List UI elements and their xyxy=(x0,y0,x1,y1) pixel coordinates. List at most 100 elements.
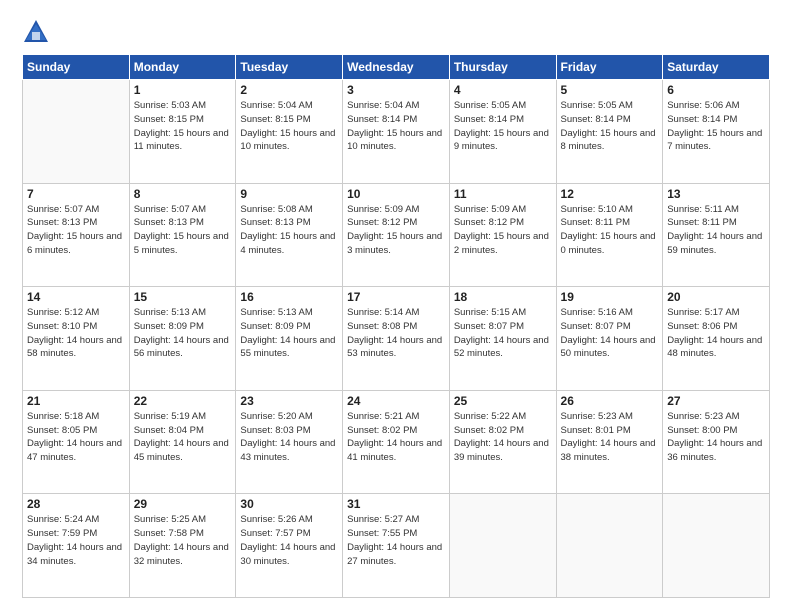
calendar-cell: 23 Sunrise: 5:20 AM Sunset: 8:03 PM Dayli… xyxy=(236,390,343,494)
day-info: Sunrise: 5:18 AM Sunset: 8:05 PM Dayligh… xyxy=(27,410,125,465)
calendar-cell: 20 Sunrise: 5:17 AM Sunset: 8:06 PM Dayli… xyxy=(663,287,770,391)
calendar-table: SundayMondayTuesdayWednesdayThursdayFrid… xyxy=(22,54,770,598)
day-number: 6 xyxy=(667,83,765,97)
day-number: 16 xyxy=(240,290,338,304)
day-info: Sunrise: 5:03 AM Sunset: 8:15 PM Dayligh… xyxy=(134,99,232,154)
calendar-cell xyxy=(449,494,556,598)
day-info: Sunrise: 5:09 AM Sunset: 8:12 PM Dayligh… xyxy=(347,203,445,258)
calendar-cell: 17 Sunrise: 5:14 AM Sunset: 8:08 PM Dayli… xyxy=(343,287,450,391)
calendar-week-3: 14 Sunrise: 5:12 AM Sunset: 8:10 PM Dayli… xyxy=(23,287,770,391)
calendar-cell: 12Sunrise: 5:10 AM Sunset: 8:11 PM Dayli… xyxy=(556,183,663,287)
day-info: Sunrise: 5:08 AM Sunset: 8:13 PM Dayligh… xyxy=(240,203,338,258)
day-info: Sunrise: 5:27 AM Sunset: 7:55 PM Dayligh… xyxy=(347,513,445,568)
day-number: 8 xyxy=(134,187,232,201)
calendar-cell: 26 Sunrise: 5:23 AM Sunset: 8:01 PM Dayli… xyxy=(556,390,663,494)
day-number: 3 xyxy=(347,83,445,97)
day-info: Sunrise: 5:19 AM Sunset: 8:04 PM Dayligh… xyxy=(134,410,232,465)
calendar-cell: 7 Sunrise: 5:07 AM Sunset: 8:13 PM Daylig… xyxy=(23,183,130,287)
calendar-col-tuesday: Tuesday xyxy=(236,55,343,80)
calendar-cell: 30 Sunrise: 5:26 AM Sunset: 7:57 PM Dayli… xyxy=(236,494,343,598)
day-info: Sunrise: 5:07 AM Sunset: 8:13 PM Dayligh… xyxy=(27,203,125,258)
calendar-cell xyxy=(23,80,130,184)
day-number: 12 xyxy=(561,187,659,201)
calendar-cell: 15 Sunrise: 5:13 AM Sunset: 8:09 PM Dayli… xyxy=(129,287,236,391)
day-info: Sunrise: 5:13 AM Sunset: 8:09 PM Dayligh… xyxy=(240,306,338,361)
calendar-cell: 4 Sunrise: 5:05 AM Sunset: 8:14 PM Daylig… xyxy=(449,80,556,184)
calendar-cell: 25Sunrise: 5:22 AM Sunset: 8:02 PM Dayli… xyxy=(449,390,556,494)
day-number: 30 xyxy=(240,497,338,511)
day-number: 29 xyxy=(134,497,232,511)
day-number: 7 xyxy=(27,187,125,201)
calendar-cell: 28 Sunrise: 5:24 AM Sunset: 7:59 PM Dayli… xyxy=(23,494,130,598)
day-info: Sunrise: 5:06 AM Sunset: 8:14 PM Dayligh… xyxy=(667,99,765,154)
calendar-cell: 1Sunrise: 5:03 AM Sunset: 8:15 PM Daylig… xyxy=(129,80,236,184)
day-info: Sunrise: 5:13 AM Sunset: 8:09 PM Dayligh… xyxy=(134,306,232,361)
calendar-cell: 22 Sunrise: 5:19 AM Sunset: 8:04 PM Dayli… xyxy=(129,390,236,494)
day-info: Sunrise: 5:11 AM Sunset: 8:11 PM Dayligh… xyxy=(667,203,765,258)
day-info: Sunrise: 5:09 AM Sunset: 8:12 PM Dayligh… xyxy=(454,203,552,258)
day-number: 18 xyxy=(454,290,552,304)
calendar-cell: 5Sunrise: 5:05 AM Sunset: 8:14 PM Daylig… xyxy=(556,80,663,184)
calendar-cell: 21 Sunrise: 5:18 AM Sunset: 8:05 PM Dayli… xyxy=(23,390,130,494)
calendar-cell xyxy=(663,494,770,598)
calendar-cell: 24Sunrise: 5:21 AM Sunset: 8:02 PM Dayli… xyxy=(343,390,450,494)
day-number: 15 xyxy=(134,290,232,304)
calendar-col-wednesday: Wednesday xyxy=(343,55,450,80)
calendar-col-saturday: Saturday xyxy=(663,55,770,80)
day-number: 19 xyxy=(561,290,659,304)
calendar-col-friday: Friday xyxy=(556,55,663,80)
day-info: Sunrise: 5:22 AM Sunset: 8:02 PM Dayligh… xyxy=(454,410,552,465)
day-number: 23 xyxy=(240,394,338,408)
calendar-header-row: SundayMondayTuesdayWednesdayThursdayFrid… xyxy=(23,55,770,80)
day-number: 13 xyxy=(667,187,765,201)
calendar-cell: 19 Sunrise: 5:16 AM Sunset: 8:07 PM Dayli… xyxy=(556,287,663,391)
calendar-cell: 16 Sunrise: 5:13 AM Sunset: 8:09 PM Dayli… xyxy=(236,287,343,391)
day-number: 21 xyxy=(27,394,125,408)
calendar-col-sunday: Sunday xyxy=(23,55,130,80)
day-number: 28 xyxy=(27,497,125,511)
calendar-cell: 10 Sunrise: 5:09 AM Sunset: 8:12 PM Dayli… xyxy=(343,183,450,287)
day-info: Sunrise: 5:15 AM Sunset: 8:07 PM Dayligh… xyxy=(454,306,552,361)
day-info: Sunrise: 5:26 AM Sunset: 7:57 PM Dayligh… xyxy=(240,513,338,568)
day-number: 14 xyxy=(27,290,125,304)
day-number: 11 xyxy=(454,187,552,201)
calendar-cell: 3Sunrise: 5:04 AM Sunset: 8:14 PM Daylig… xyxy=(343,80,450,184)
calendar-col-thursday: Thursday xyxy=(449,55,556,80)
calendar-cell: 18 Sunrise: 5:15 AM Sunset: 8:07 PM Dayli… xyxy=(449,287,556,391)
calendar-week-1: 1Sunrise: 5:03 AM Sunset: 8:15 PM Daylig… xyxy=(23,80,770,184)
calendar-cell: 8 Sunrise: 5:07 AM Sunset: 8:13 PM Daylig… xyxy=(129,183,236,287)
calendar-week-2: 7 Sunrise: 5:07 AM Sunset: 8:13 PM Daylig… xyxy=(23,183,770,287)
day-number: 31 xyxy=(347,497,445,511)
day-number: 22 xyxy=(134,394,232,408)
day-info: Sunrise: 5:23 AM Sunset: 8:01 PM Dayligh… xyxy=(561,410,659,465)
day-number: 24 xyxy=(347,394,445,408)
day-info: Sunrise: 5:04 AM Sunset: 8:15 PM Dayligh… xyxy=(240,99,338,154)
day-number: 9 xyxy=(240,187,338,201)
day-number: 2 xyxy=(240,83,338,97)
day-number: 26 xyxy=(561,394,659,408)
calendar-cell: 2 Sunrise: 5:04 AM Sunset: 8:15 PM Daylig… xyxy=(236,80,343,184)
day-info: Sunrise: 5:23 AM Sunset: 8:00 PM Dayligh… xyxy=(667,410,765,465)
day-number: 4 xyxy=(454,83,552,97)
logo-icon xyxy=(22,18,50,46)
day-info: Sunrise: 5:05 AM Sunset: 8:14 PM Dayligh… xyxy=(454,99,552,154)
day-info: Sunrise: 5:20 AM Sunset: 8:03 PM Dayligh… xyxy=(240,410,338,465)
day-number: 10 xyxy=(347,187,445,201)
day-info: Sunrise: 5:17 AM Sunset: 8:06 PM Dayligh… xyxy=(667,306,765,361)
day-info: Sunrise: 5:05 AM Sunset: 8:14 PM Dayligh… xyxy=(561,99,659,154)
calendar-cell: 27 Sunrise: 5:23 AM Sunset: 8:00 PM Dayli… xyxy=(663,390,770,494)
calendar-cell: 6 Sunrise: 5:06 AM Sunset: 8:14 PM Daylig… xyxy=(663,80,770,184)
calendar-cell xyxy=(556,494,663,598)
day-info: Sunrise: 5:25 AM Sunset: 7:58 PM Dayligh… xyxy=(134,513,232,568)
page-header xyxy=(22,18,770,46)
calendar-cell: 14 Sunrise: 5:12 AM Sunset: 8:10 PM Dayli… xyxy=(23,287,130,391)
day-info: Sunrise: 5:16 AM Sunset: 8:07 PM Dayligh… xyxy=(561,306,659,361)
day-info: Sunrise: 5:14 AM Sunset: 8:08 PM Dayligh… xyxy=(347,306,445,361)
day-info: Sunrise: 5:07 AM Sunset: 8:13 PM Dayligh… xyxy=(134,203,232,258)
logo xyxy=(22,18,54,46)
day-number: 20 xyxy=(667,290,765,304)
day-number: 27 xyxy=(667,394,765,408)
day-info: Sunrise: 5:24 AM Sunset: 7:59 PM Dayligh… xyxy=(27,513,125,568)
day-number: 17 xyxy=(347,290,445,304)
day-info: Sunrise: 5:12 AM Sunset: 8:10 PM Dayligh… xyxy=(27,306,125,361)
